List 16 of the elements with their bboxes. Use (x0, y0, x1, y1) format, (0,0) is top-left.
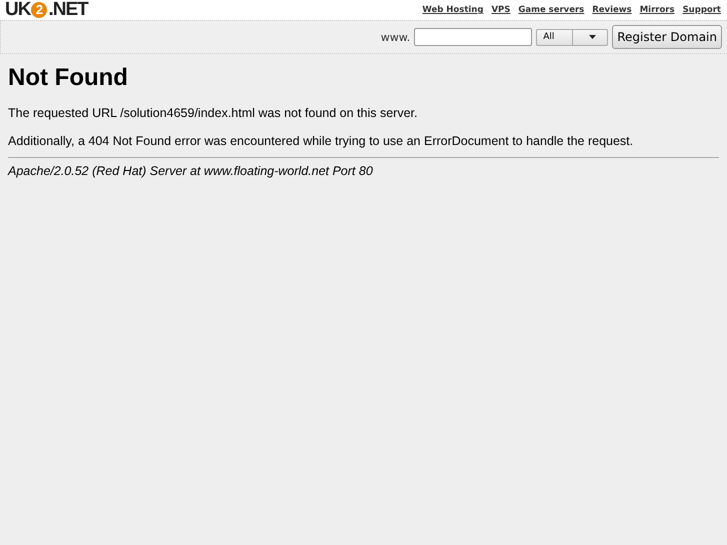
logo[interactable]: UK 2 .NET (5, 0, 88, 20)
page-heading: Not Found (8, 64, 129, 92)
register-domain-button[interactable]: Register Domain (612, 25, 722, 49)
www-label: www. (380, 30, 410, 44)
error-message: The requested URL /solution4659/index.html was not found on this server. (8, 106, 418, 120)
nav-link[interactable]: VPS (491, 5, 510, 15)
nav-link[interactable]: Web Hosting (422, 5, 484, 15)
nav-link[interactable]: Support (682, 5, 721, 15)
server-signature: Apache/2.0.52 (Red Hat) Server at www.floating-world.net Port 80 (8, 164, 374, 178)
error-message: Additionally, a 404 Not Found error was encountered while trying to use an ErrorDocument to handle the request. (8, 134, 634, 148)
caret-icon (589, 35, 596, 39)
domain-input[interactable] (414, 28, 532, 46)
nav-link[interactable]: Reviews (592, 5, 632, 15)
tld-select[interactable]: All (536, 28, 608, 46)
nav-link[interactable]: Mirrors (640, 5, 675, 15)
nav-link[interactable]: Game servers (518, 5, 584, 15)
